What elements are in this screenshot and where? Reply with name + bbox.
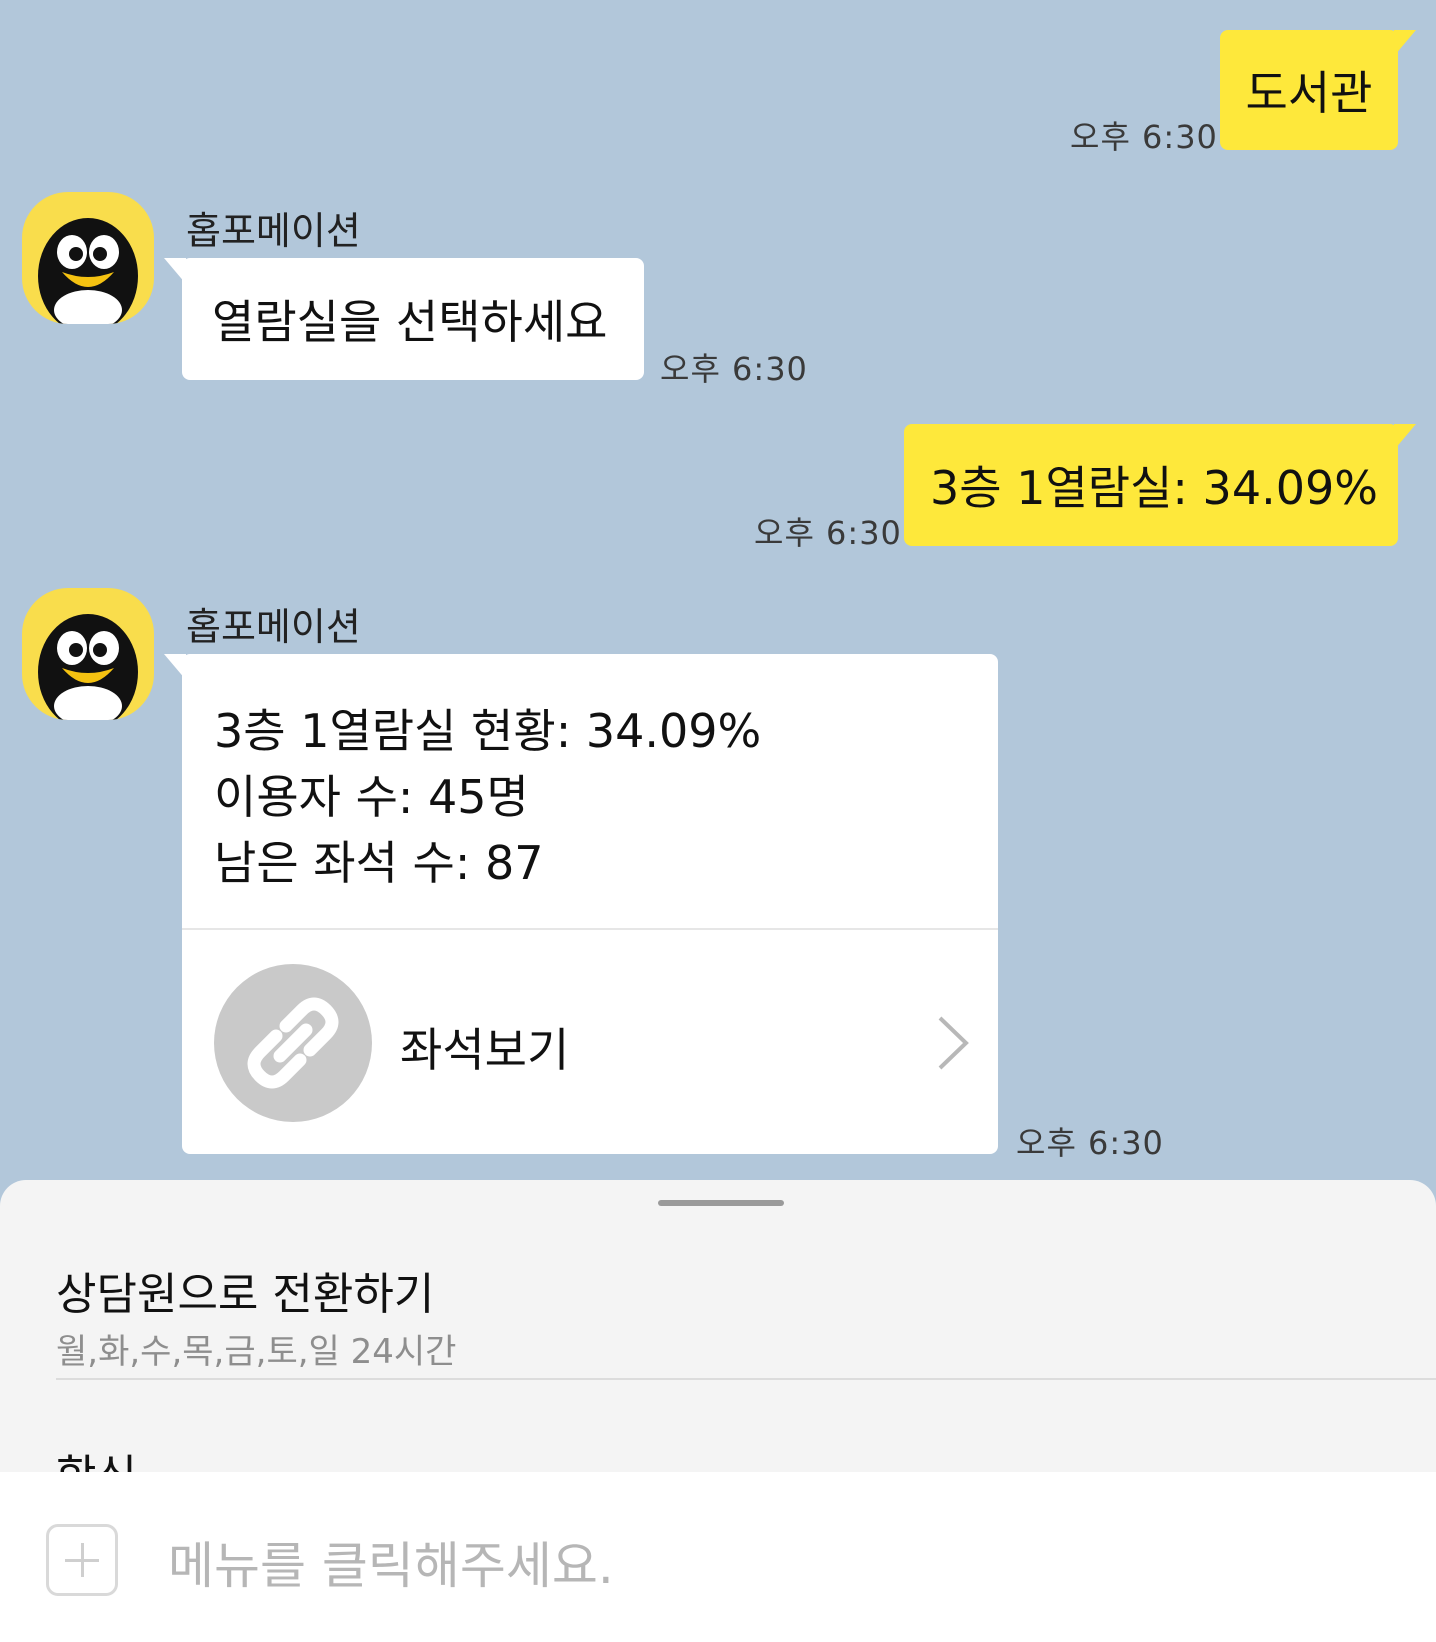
card-text: 3층 1열람실 현황: 34.09% 이용자 수: 45명 남은 좌석 수: 8…: [182, 654, 998, 896]
bot-card-bubble: 3층 1열람실 현황: 34.09% 이용자 수: 45명 남은 좌석 수: 8…: [164, 654, 998, 1154]
card-line: 남은 좌석 수: 87: [214, 836, 544, 890]
menu-option-subtitle: 월,화,수,목,금,토,일 24시간: [56, 1332, 457, 1372]
input-bar: 메뉴를 클릭해주세요.: [0, 1472, 1436, 1642]
link-button[interactable]: 좌석보기: [182, 930, 998, 1154]
message-time: 오후 6:30: [754, 514, 902, 552]
sender-name: 홉포메이션: [186, 209, 361, 253]
card-line: 이용자 수: 45명: [214, 770, 529, 824]
bot-avatar[interactable]: [22, 192, 154, 324]
plus-icon[interactable]: [46, 1524, 118, 1596]
my-message-bubble[interactable]: 3층 1열람실: 34.09%: [904, 424, 1416, 546]
message-input[interactable]: 메뉴를 클릭해주세요.: [168, 1526, 614, 1598]
message-time: 오후 6:30: [1016, 1124, 1164, 1162]
card-line: 3층 1열람실 현황: 34.09%: [214, 704, 762, 758]
bot-message-bubble[interactable]: 열람실을 선택하세요: [164, 258, 644, 380]
chevron-right-icon: [938, 1016, 969, 1070]
penguin-avatar-icon: [38, 614, 138, 720]
penguin-avatar-icon: [38, 218, 138, 324]
sheet-drag-handle[interactable]: [658, 1200, 784, 1206]
message-time: 오후 6:30: [1070, 118, 1218, 156]
message-text: 도서관: [1245, 66, 1373, 120]
link-icon: [247, 997, 339, 1089]
menu-divider: [56, 1378, 1436, 1380]
menu-option-title: 상담원으로 전환하기: [56, 1269, 435, 1320]
message-time: 오후 6:30: [660, 350, 808, 388]
sender-name: 홉포메이션: [186, 605, 361, 649]
bot-avatar[interactable]: [22, 588, 154, 720]
my-message-bubble[interactable]: 도서관: [1220, 30, 1416, 150]
message-text: 열람실을 선택하세요: [212, 295, 608, 349]
menu-sheet: 상담원으로 전환하기 월,화,수,목,금,토,일 24시간 학식: [0, 1180, 1436, 1502]
link-thumbnail: [214, 964, 372, 1122]
message-text: 3층 1열람실: 34.09%: [930, 461, 1378, 515]
link-label: 좌석보기: [400, 1023, 570, 1077]
